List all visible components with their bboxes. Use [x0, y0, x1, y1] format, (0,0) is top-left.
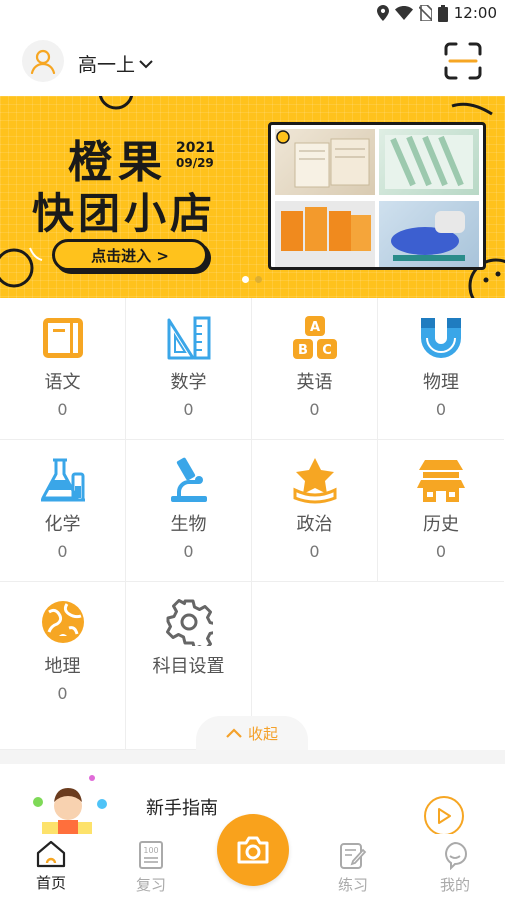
politics-star-icon: [293, 458, 336, 504]
subject-count: 0: [183, 400, 194, 419]
status-time: 12:00: [453, 4, 497, 22]
subject-count: 0: [435, 400, 447, 419]
chevron-down-icon: [139, 59, 153, 68]
svg-text:C: C: [322, 343, 332, 358]
subject-label: 数学: [170, 372, 207, 393]
camera-icon: [237, 836, 269, 864]
banner-dot[interactable]: [255, 276, 262, 283]
subject-label: 生物: [170, 514, 207, 535]
subject-label: 化学: [44, 514, 81, 535]
collapse-label: 收起: [247, 724, 278, 743]
chinese-book-icon: [42, 318, 83, 358]
guide-illustration: [33, 775, 107, 842]
subject-count: 0: [57, 542, 68, 561]
subject-label: 物理: [423, 372, 459, 393]
subject-history[interactable]: 历史 0: [378, 440, 504, 582]
nav-label: 练习: [337, 876, 368, 894]
subject-chinese[interactable]: 语文 0: [0, 298, 126, 440]
avatar[interactable]: [22, 40, 64, 82]
practice-pen-icon: [340, 843, 367, 869]
nav-label: 复习: [135, 876, 166, 894]
gear-icon: [165, 599, 213, 646]
grade-selector[interactable]: 高一上: [78, 50, 153, 77]
math-ruler-icon: [167, 316, 210, 360]
camera-button[interactable]: [217, 814, 289, 886]
notes-image: [385, 135, 473, 189]
subject-count: 0: [57, 684, 68, 703]
grade-label: 高一上: [78, 54, 136, 76]
app-home-screen: 12:00 高一上 橙果 2021 09/29 快团小店 点击进入 > 语文 0…: [0, 0, 505, 900]
svg-text:100: 100: [143, 846, 158, 855]
chemistry-flask-icon: [40, 458, 85, 502]
subject-count: 0: [435, 542, 447, 561]
header: 高一上: [0, 36, 505, 88]
chevron-up-icon: [226, 728, 242, 738]
nav-label: 首页: [35, 874, 66, 892]
history-building-icon: [417, 460, 465, 502]
location-icon: [376, 5, 389, 21]
physics-magnet-icon: [421, 318, 461, 358]
subject-grid: 语文 0 数学 0 ABC 英语 0 物理 0 化学 0 生物 0 政治 0 历…: [0, 298, 505, 750]
subject-label: 科目设置: [152, 656, 225, 677]
play-icon: [438, 808, 451, 824]
banner-enter-button[interactable]: 点击进入 >: [52, 239, 208, 271]
books-image: [281, 207, 371, 251]
english-abc-blocks-icon: AB C: [292, 316, 337, 359]
guide-play-button[interactable]: [424, 796, 464, 836]
subject-geography[interactable]: 地理 0: [0, 582, 126, 750]
no-sim-icon: [418, 5, 432, 21]
subject-math[interactable]: 数学 0: [126, 298, 252, 440]
geography-globe-icon: [41, 601, 84, 643]
review-notebook-icon: 100: [139, 841, 163, 869]
photo-orange-books: [275, 201, 375, 267]
nav-review[interactable]: 100 复习: [116, 840, 186, 895]
subject-count: 0: [309, 542, 320, 561]
banner-year: 2021: [176, 140, 215, 156]
battery-icon: [437, 4, 448, 22]
svg-text:B: B: [298, 343, 308, 358]
banner-date: 09/29: [176, 156, 214, 170]
subject-count: 0: [183, 542, 194, 561]
subject-politics[interactable]: 政治 0: [252, 440, 378, 582]
svg-text:A: A: [309, 320, 319, 335]
subject-label: 英语: [296, 372, 333, 393]
wifi-icon: [394, 6, 413, 20]
notebook-image: [276, 130, 370, 188]
subject-label: 政治: [296, 514, 333, 535]
section-divider: [0, 750, 505, 764]
banner-photo-collage: [268, 122, 486, 270]
banner-title-line2: 快团小店: [32, 189, 217, 238]
photo-notes-green: [379, 129, 479, 195]
collapse-button[interactable]: 收起: [196, 716, 308, 750]
subject-label: 地理: [44, 656, 81, 677]
banner-dot-active[interactable]: [242, 276, 249, 283]
biology-microscope-icon: [170, 457, 207, 502]
subject-label: 历史: [423, 514, 459, 535]
nav-label: 我的: [439, 876, 470, 894]
nav-home[interactable]: 首页: [16, 840, 86, 893]
photo-blue-stapler: [379, 201, 479, 267]
subject-count: 0: [309, 400, 320, 419]
stapler-image: [391, 211, 465, 261]
nav-profile[interactable]: 我的: [420, 840, 490, 895]
scan-button[interactable]: [444, 42, 482, 80]
profile-face-icon: [445, 841, 468, 870]
nav-practice[interactable]: 练习: [318, 840, 388, 895]
subject-biology[interactable]: 生物 0: [126, 440, 252, 582]
home-icon: [36, 840, 66, 868]
guide-title: 新手指南: [146, 798, 218, 819]
banner-pagination: [242, 276, 262, 283]
subject-physics[interactable]: 物理 0: [378, 298, 504, 440]
subject-label: 语文: [44, 372, 81, 393]
subject-count: 0: [57, 400, 68, 419]
status-bar: 12:00: [0, 0, 505, 26]
subject-english[interactable]: ABC 英语 0: [252, 298, 378, 440]
subject-chemistry[interactable]: 化学 0: [0, 440, 126, 582]
promo-banner[interactable]: 橙果 2021 09/29 快团小店 点击进入 >: [0, 96, 505, 298]
photo-notebooks: [275, 129, 375, 195]
user-icon: [30, 49, 56, 74]
